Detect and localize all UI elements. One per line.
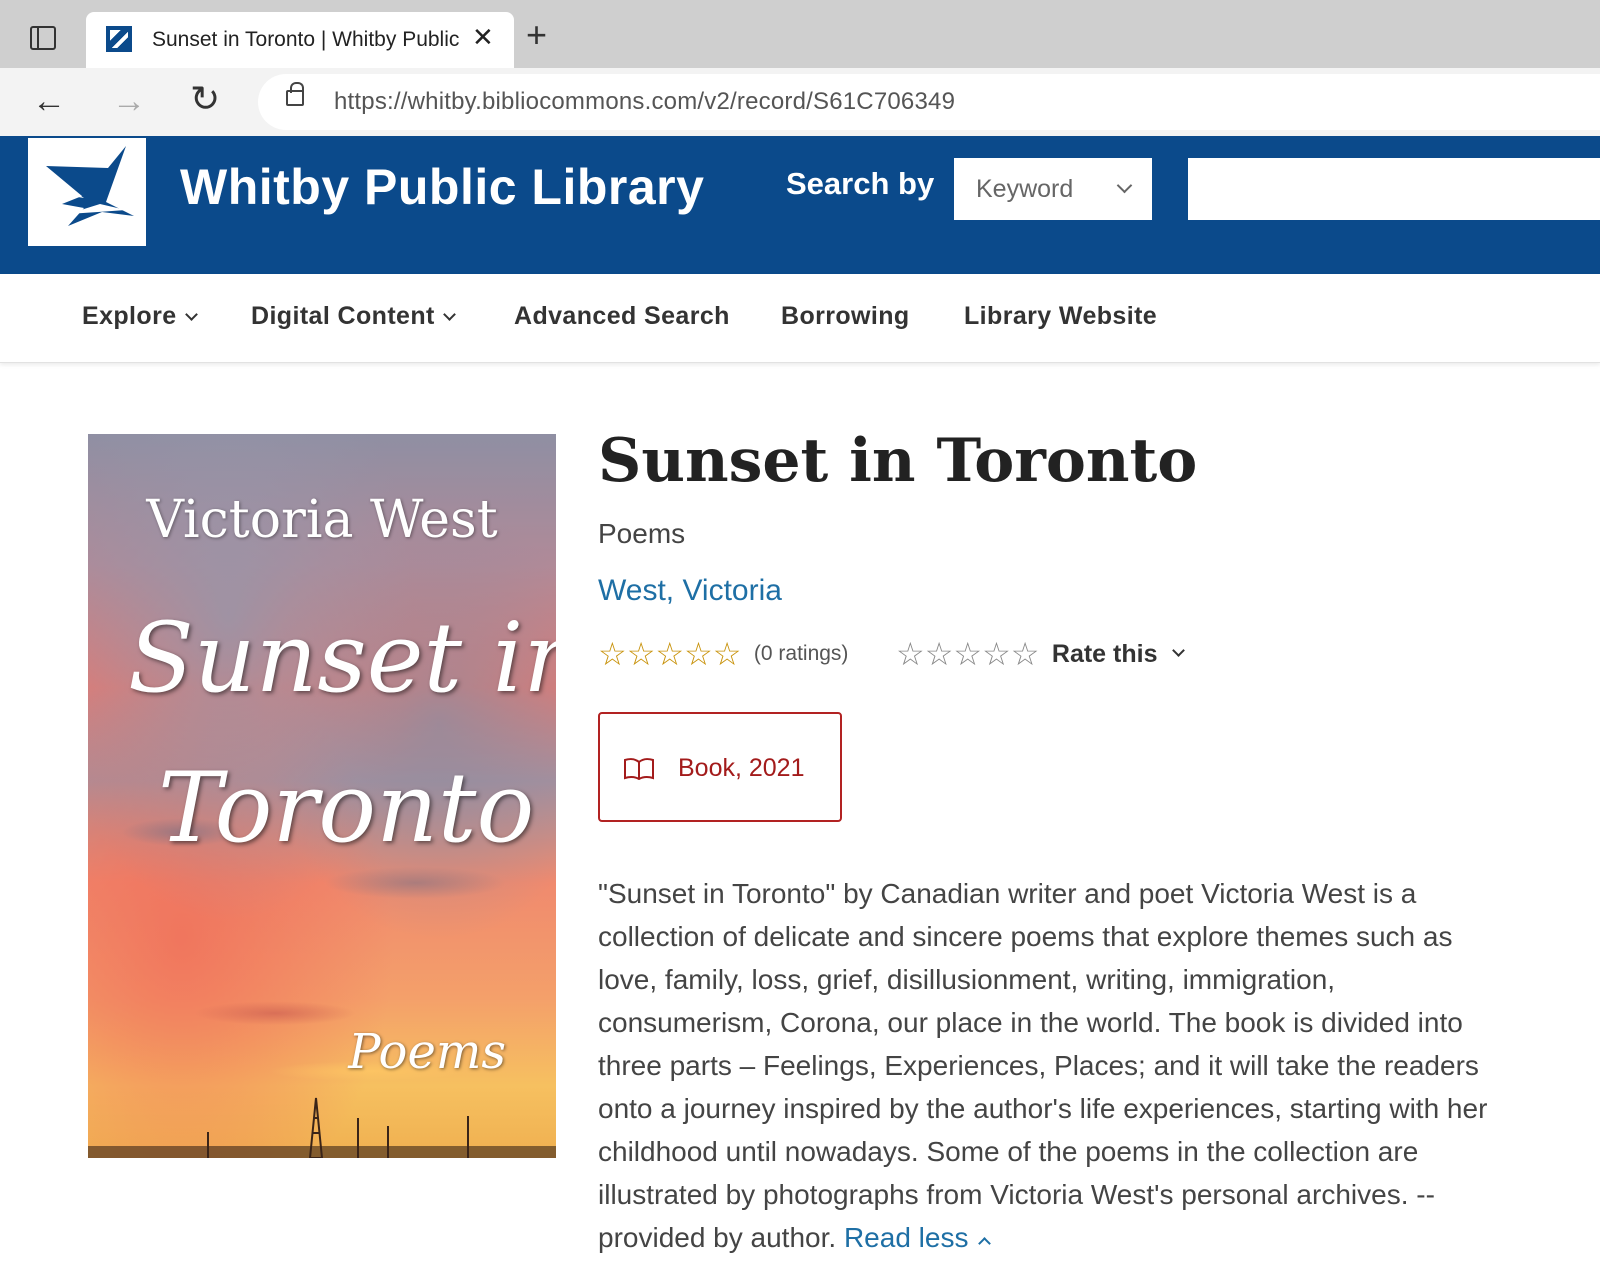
chevron-down-icon	[184, 308, 198, 321]
library-logo[interactable]	[28, 138, 146, 246]
nav-library-website[interactable]: Library Website	[964, 302, 1157, 331]
page-title: Sunset in Toronto	[598, 426, 1198, 496]
rating-row: ☆☆☆☆☆ (0 ratings) ☆☆☆☆☆ Rate this	[598, 638, 1185, 674]
search-by-label: Search by	[786, 166, 935, 201]
tab-actions-icon[interactable]	[30, 26, 56, 50]
star-outline-icon: ☆	[684, 636, 713, 672]
format-book-button[interactable]: Book, 2021	[598, 712, 842, 822]
bird-logo-icon	[46, 146, 134, 226]
star-outline-icon: ☆	[712, 636, 742, 672]
book-cover-image[interactable]: Victoria West Sunset in Toronto Poems	[88, 434, 556, 1158]
forward-arrow-icon[interactable]: →	[112, 82, 146, 121]
record-subtitle: Poems	[598, 518, 686, 549]
read-less-link[interactable]: Read less	[843, 1222, 992, 1253]
star-outline-icon: ☆	[598, 636, 627, 672]
rate-this-control[interactable]: ☆☆☆☆☆ Rate this	[896, 638, 1185, 670]
back-arrow-icon[interactable]: ←	[32, 82, 66, 121]
chevron-down-icon[interactable]	[1172, 643, 1185, 657]
user-rating-stars[interactable]: ☆☆☆☆☆	[896, 638, 1039, 670]
cover-title-line1: Sunset in	[128, 602, 556, 714]
average-rating-stars: ☆☆☆☆☆	[598, 638, 741, 670]
nav-digital-content-label: Digital Content	[251, 302, 435, 330]
record-description: "Sunset in Toronto" by Canadian writer a…	[598, 872, 1498, 1259]
star-outline-icon: ☆	[626, 636, 656, 672]
chevron-down-icon	[1116, 177, 1133, 194]
nav-explore[interactable]: Explore	[82, 302, 198, 331]
url-text[interactable]: https://whitby.bibliocommons.com/v2/reco…	[334, 88, 955, 116]
chevron-up-icon	[978, 1237, 992, 1250]
open-book-icon	[624, 758, 654, 780]
reload-icon[interactable]: ↻	[190, 78, 220, 120]
read-less-label: Read less	[843, 1222, 969, 1253]
rate-this-label[interactable]: Rate this	[1052, 640, 1158, 669]
star-outline-icon[interactable]: ☆	[896, 638, 925, 670]
cover-author: Victoria West	[146, 490, 498, 550]
nav-advanced-search[interactable]: Advanced Search	[514, 302, 730, 331]
url-field[interactable]: https://whitby.bibliocommons.com/v2/reco…	[258, 74, 1600, 130]
cover-subtitle: Poems	[348, 1024, 506, 1080]
search-type-value: Keyword	[976, 175, 1074, 203]
format-label: Book, 2021	[678, 754, 805, 782]
star-outline-icon[interactable]: ☆	[925, 638, 954, 670]
lock-icon[interactable]	[286, 82, 304, 106]
star-outline-icon: ☆	[655, 636, 685, 672]
cover-title-line2: Toronto	[158, 752, 535, 864]
nav-borrowing[interactable]: Borrowing	[781, 302, 910, 331]
nav-explore-label: Explore	[82, 302, 177, 330]
author-link[interactable]: West, Victoria	[598, 574, 782, 608]
search-input[interactable]	[1188, 158, 1600, 220]
new-tab-icon[interactable]: +	[526, 14, 547, 56]
star-outline-icon[interactable]: ☆	[953, 638, 982, 670]
close-tab-icon[interactable]: ✕	[472, 22, 494, 53]
browser-tab[interactable]: Sunset in Toronto | Whitby Public ✕	[86, 12, 514, 70]
nav-digital-content[interactable]: Digital Content	[251, 302, 456, 331]
rating-count: (0 ratings)	[753, 642, 849, 665]
description-text: "Sunset in Toronto" by Canadian writer a…	[598, 878, 1488, 1253]
chevron-down-icon	[442, 308, 456, 321]
tab-title: Sunset in Toronto | Whitby Public	[152, 28, 460, 51]
star-outline-icon[interactable]: ☆	[982, 638, 1011, 670]
cover-silhouette	[88, 1097, 556, 1158]
star-outline-icon[interactable]: ☆	[1011, 638, 1040, 670]
browser-address-bar: ← → ↻ https://whitby.bibliocommons.com/v…	[0, 68, 1600, 137]
search-type-select[interactable]: Keyword	[954, 158, 1152, 220]
site-header: Whitby Public Library Search by Keyword	[0, 136, 1600, 274]
site-navigation: Explore Digital Content Advanced Search …	[0, 274, 1600, 363]
library-favicon-icon	[106, 26, 132, 52]
library-name[interactable]: Whitby Public Library	[180, 158, 704, 216]
browser-tab-bar: Sunset in Toronto | Whitby Public ✕ +	[0, 0, 1600, 70]
